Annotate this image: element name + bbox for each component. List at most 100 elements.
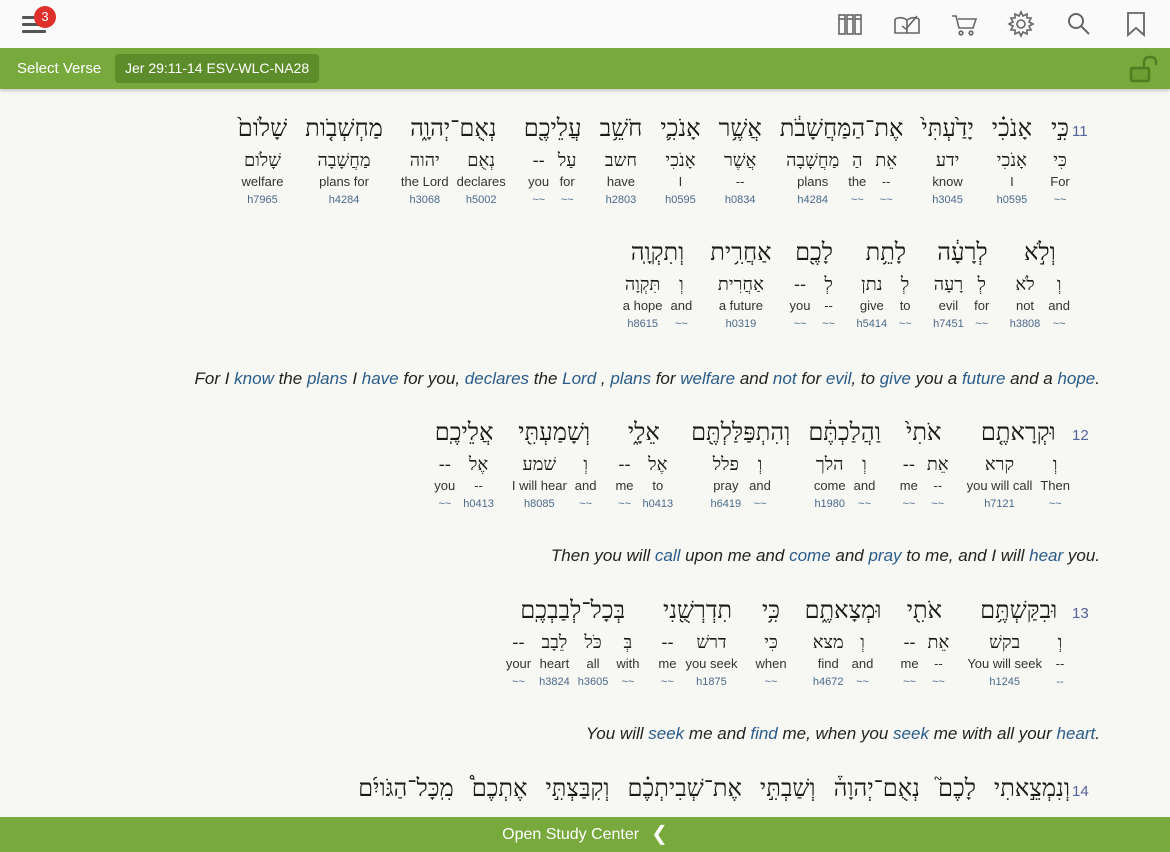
morpheme[interactable]: שָׁלֹום welfare h7965	[242, 149, 284, 209]
strongs-number[interactable]: h3068	[409, 191, 440, 209]
menu-button[interactable]: 3	[20, 6, 56, 36]
morpheme[interactable]: לֵבָב heart h3824	[539, 631, 570, 691]
morpheme[interactable]: שׁמע I will hear h8085	[512, 453, 567, 513]
strongs-number[interactable]: h7121	[984, 495, 1015, 513]
interlinear-word[interactable]: אֵלָ֑י אֶל to h0413 -- me ~~	[614, 415, 673, 513]
morpheme[interactable]: הלך come h1980	[814, 453, 846, 513]
interlinear-word[interactable]: אֶתְכֶם֩	[472, 771, 528, 805]
morpheme[interactable]: מַחֲשָׁבָה plans for h4284	[317, 149, 370, 209]
strongs-number[interactable]: ~~	[932, 673, 945, 691]
translation-link[interactable]: declares	[465, 369, 529, 388]
morpheme[interactable]: וְ and ~~	[575, 453, 597, 513]
translation-link[interactable]: call	[655, 546, 681, 565]
strongs-number[interactable]: h7965	[247, 191, 278, 209]
translation-link[interactable]: welfare	[680, 369, 735, 388]
interlinear-word[interactable]: כִּ֥י כִּי when ~~	[755, 593, 786, 691]
interlinear-word[interactable]: עֲלֵיכֶ֖ם עַל for ~~ -- you ~~	[524, 111, 582, 209]
interlinear-word[interactable]: וּבִקַּשְׁתֶּ֥ם וְ -- -- בקשׁ You will seek h1…	[967, 593, 1070, 691]
interlinear-word[interactable]: וּקְרָאתֶ֤ם וְ Then ~~ קרא you will call h7121	[967, 415, 1070, 513]
interlinear-word[interactable]: אֲלֵיכֶֽם אֶל -- h0413 -- you ~~	[434, 415, 494, 513]
interlinear-word[interactable]: וְנִמְצֵ֣אתִי	[994, 771, 1070, 805]
translation-link[interactable]: plans	[307, 369, 348, 388]
translation-link[interactable]: know	[234, 369, 274, 388]
strongs-number[interactable]: h6419	[711, 495, 742, 513]
interlinear-word[interactable]: נְאֻם־יְהוָה֒	[834, 771, 920, 805]
interlinear-word[interactable]: וְשַׁבְתִּ֣י	[760, 771, 816, 805]
interlinear-word[interactable]: כִּ֣י כִּי For ~~	[1050, 111, 1070, 209]
strongs-number[interactable]: --	[1056, 673, 1063, 691]
morpheme[interactable]: -- your ~~	[506, 631, 531, 691]
strongs-number[interactable]: ~~	[754, 495, 767, 513]
library-icon[interactable]	[836, 10, 864, 38]
strongs-number[interactable]: h1245	[989, 673, 1020, 691]
morpheme[interactable]: כִּי when ~~	[755, 631, 786, 691]
translation-link[interactable]: give	[880, 369, 911, 388]
strongs-number[interactable]: h1875	[696, 673, 727, 691]
morpheme[interactable]: נְאֻם declares h5002	[457, 149, 506, 209]
strongs-number[interactable]: ~~	[880, 191, 893, 209]
strongs-number[interactable]: h2803	[606, 191, 637, 209]
strongs-number[interactable]: ~~	[931, 495, 944, 513]
reference-selector[interactable]: Jer 29:11-14 ESV-WLC-NA28	[115, 54, 320, 83]
strongs-number[interactable]: h3605	[578, 673, 609, 691]
morpheme[interactable]: אָנֹכִי Ih0595	[665, 149, 696, 209]
morpheme[interactable]: כִּי For ~~	[1050, 149, 1070, 209]
morpheme[interactable]: -- me ~~	[900, 631, 920, 691]
morpheme[interactable]: ידע know h3045	[932, 149, 963, 209]
translation-link[interactable]: heart	[1057, 724, 1096, 743]
strongs-number[interactable]: ~~	[899, 315, 912, 333]
strongs-number[interactable]: ~~	[561, 191, 574, 209]
translation-link[interactable]: pray	[868, 546, 901, 565]
morpheme[interactable]: -- me ~~	[899, 453, 919, 513]
strongs-number[interactable]: ~~	[858, 495, 871, 513]
morpheme[interactable]: חשב have h2803	[605, 149, 637, 209]
strongs-number[interactable]: ~~	[532, 191, 545, 209]
morpheme[interactable]: כֹּל all h3605	[578, 631, 609, 691]
morpheme[interactable]: רָעָה evil h7451	[933, 273, 964, 333]
verse-number[interactable]: 11	[1072, 123, 1088, 140]
strongs-number[interactable]: h0413	[642, 495, 673, 513]
strongs-number[interactable]: h5414	[857, 315, 888, 333]
cart-icon[interactable]	[950, 10, 978, 38]
translation-link[interactable]: seek	[893, 724, 929, 743]
bookmark-icon[interactable]	[1122, 10, 1150, 38]
translation-link[interactable]: hope	[1057, 369, 1095, 388]
strongs-number[interactable]: ~~	[1049, 495, 1062, 513]
strongs-number[interactable]: ~~	[903, 673, 916, 691]
strongs-number[interactable]: ~~	[579, 495, 592, 513]
interlinear-word[interactable]: מַחְשְׁבֹ֤ות מַחֲשָׁבָה plans for h4284	[305, 111, 383, 209]
morpheme[interactable]: דרשׁ you seek h1875	[685, 631, 737, 691]
interlinear-word[interactable]: שָׁלֹום֙ שָׁלֹום welfare h7965	[238, 111, 287, 209]
strongs-number[interactable]: h0413	[463, 495, 494, 513]
strongs-number[interactable]: ~~	[765, 673, 778, 691]
morpheme[interactable]: הַ the ~~	[847, 149, 867, 209]
morpheme[interactable]: וְ and ~~	[671, 273, 693, 333]
select-verse-button[interactable]: Select Verse	[17, 48, 101, 89]
strongs-number[interactable]: h3824	[539, 673, 570, 691]
morpheme[interactable]: קרא you will call h7121	[967, 453, 1033, 513]
strongs-number[interactable]: ~~	[618, 495, 631, 513]
morpheme[interactable]: יהוה the Lord h3068	[401, 149, 449, 209]
morpheme[interactable]: לְ for ~~	[972, 273, 992, 333]
interlinear-word[interactable]: וְשָׁמַעְתִּ֖י וְ and ~~ שׁמע I will hear h808…	[512, 415, 597, 513]
verse-number[interactable]: 13	[1072, 605, 1089, 622]
interlinear-word[interactable]: לְרָעָ֔ה לְ for ~~ רָעָה evil h7451	[933, 235, 992, 333]
interlinear-word[interactable]: לָתֵ֥ת לְ to ~~ נתן give h5414	[857, 235, 916, 333]
morpheme[interactable]: בקשׁ You will seek h1245	[967, 631, 1042, 691]
interlinear-word[interactable]: וַהֲלַכְתֶּ֔ם וְ and ~~ הלך come h1980	[808, 415, 881, 513]
strongs-number[interactable]: ~~	[902, 495, 915, 513]
reading-plan-icon[interactable]	[893, 10, 921, 38]
translation-link[interactable]: come	[789, 546, 831, 565]
translation-link[interactable]: future	[962, 369, 1005, 388]
morpheme[interactable]: וְ and ~~	[852, 631, 874, 691]
morpheme[interactable]: אֲשֶׁר -- h0834	[724, 149, 756, 209]
unlock-icon[interactable]	[1128, 54, 1160, 84]
morpheme[interactable]: אֵת -- ~~	[875, 149, 897, 209]
interlinear-word[interactable]: אֹתִ֖י אֵת -- ~~ -- me ~~	[900, 593, 950, 691]
verse-number[interactable]: 14	[1072, 783, 1089, 800]
verse-number[interactable]: 12	[1072, 427, 1089, 444]
interlinear-word[interactable]: אַחֲרִ֥ית אַחֲרִית a future h0319	[710, 235, 771, 333]
morpheme[interactable]: אֶל -- h0413	[463, 453, 494, 513]
strongs-number[interactable]: h1980	[814, 495, 845, 513]
strongs-number[interactable]: h4672	[813, 673, 844, 691]
